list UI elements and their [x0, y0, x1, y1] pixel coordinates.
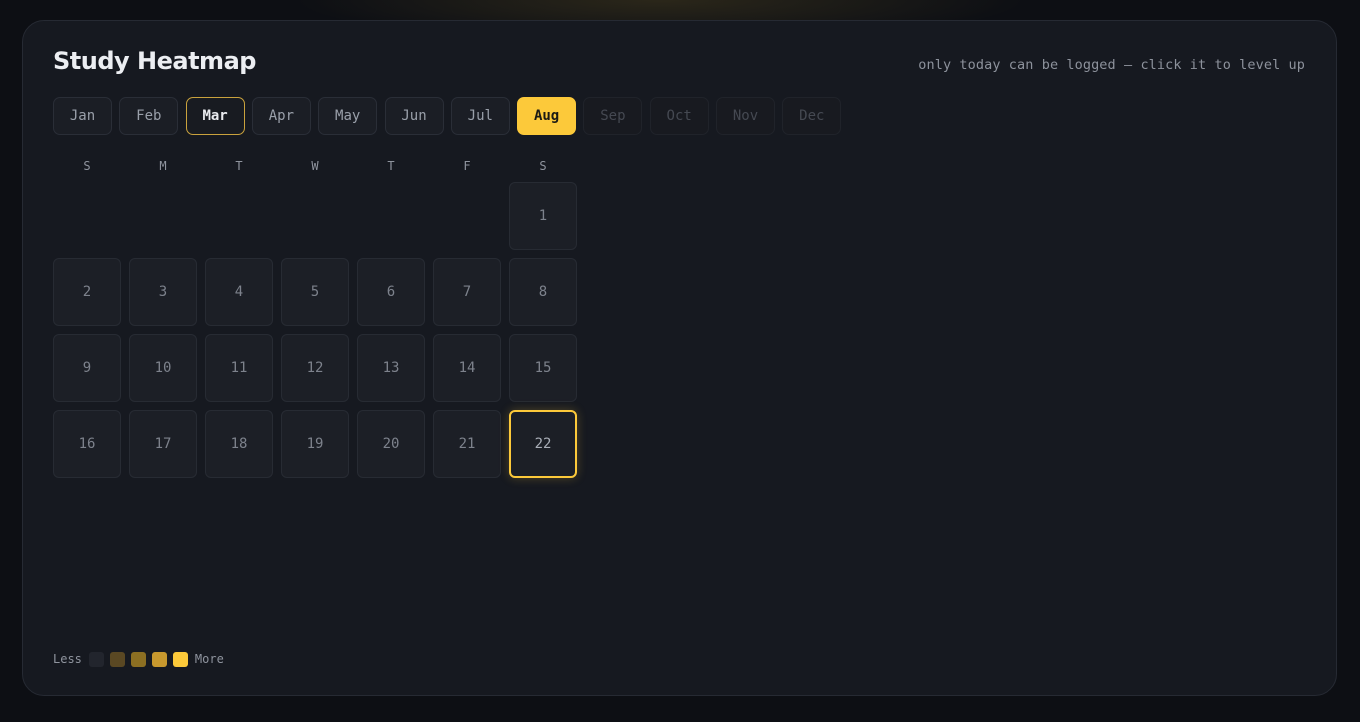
weekday-label: T	[387, 159, 395, 173]
weekday-label: T	[235, 159, 243, 173]
day-cell: 13	[357, 334, 425, 402]
day-cell: 12	[281, 334, 349, 402]
month-tab-jul[interactable]: Jul	[450, 97, 510, 135]
day-cell: 6	[357, 258, 425, 326]
weekday-label: S	[539, 159, 547, 173]
month-tab-feb[interactable]: Feb	[119, 97, 179, 135]
day-cell: 5	[281, 258, 349, 326]
day-cell-today[interactable]: 22	[509, 410, 577, 478]
day-cell: 7	[433, 258, 501, 326]
day-cell: 1	[509, 182, 577, 250]
month-tab-nov: Nov	[716, 97, 775, 135]
day-cell: 8	[509, 258, 577, 326]
legend-less-label: Less	[53, 652, 82, 666]
legend-more-label: More	[194, 652, 224, 666]
day-cell: 21	[433, 410, 501, 478]
weekday-label: M	[159, 159, 167, 173]
month-tab-jun[interactable]: Jun	[384, 97, 444, 135]
legend: Less More	[53, 650, 224, 668]
day-cell: 20	[357, 410, 425, 478]
month-tab-apr[interactable]: Apr	[251, 97, 311, 135]
weekday-label: F	[463, 159, 471, 173]
month-tab-mar[interactable]: Mar	[185, 97, 245, 135]
month-tab-aug[interactable]: Aug	[517, 97, 577, 135]
weekday-label: S	[83, 159, 91, 173]
day-cell: 2	[53, 258, 121, 326]
legend-swatch-level-4	[172, 651, 188, 667]
day-cell: 3	[129, 258, 197, 326]
month-tab-oct: Oct	[649, 97, 709, 135]
month-tab-sep: Sep	[583, 97, 643, 135]
weekday-label: W	[311, 159, 319, 173]
heatmap-card: Study Heatmap only today can be logged —…	[22, 20, 1337, 696]
month-tab-dec: Dec	[782, 97, 842, 135]
day-cell: 18	[205, 410, 273, 478]
month-tab-jan[interactable]: Jan	[53, 97, 112, 135]
day-cell: 16	[53, 410, 121, 478]
legend-swatch-level-2	[130, 651, 146, 667]
legend-swatch-level-1	[109, 651, 125, 667]
day-cell: 17	[129, 410, 197, 478]
month-tab-may[interactable]: May	[318, 97, 378, 135]
legend-swatch-level-0	[88, 651, 104, 667]
page-title: Study Heatmap	[53, 47, 256, 75]
hint-text: only today can be logged — click it to l…	[918, 57, 1305, 73]
day-cell: 4	[205, 258, 273, 326]
day-cell: 9	[53, 334, 121, 402]
day-cell: 19	[281, 410, 349, 478]
day-cell: 10	[129, 334, 197, 402]
day-cell: 15	[509, 334, 577, 402]
legend-swatch-level-3	[151, 651, 167, 667]
day-cell: 11	[205, 334, 273, 402]
day-cell: 14	[433, 334, 501, 402]
